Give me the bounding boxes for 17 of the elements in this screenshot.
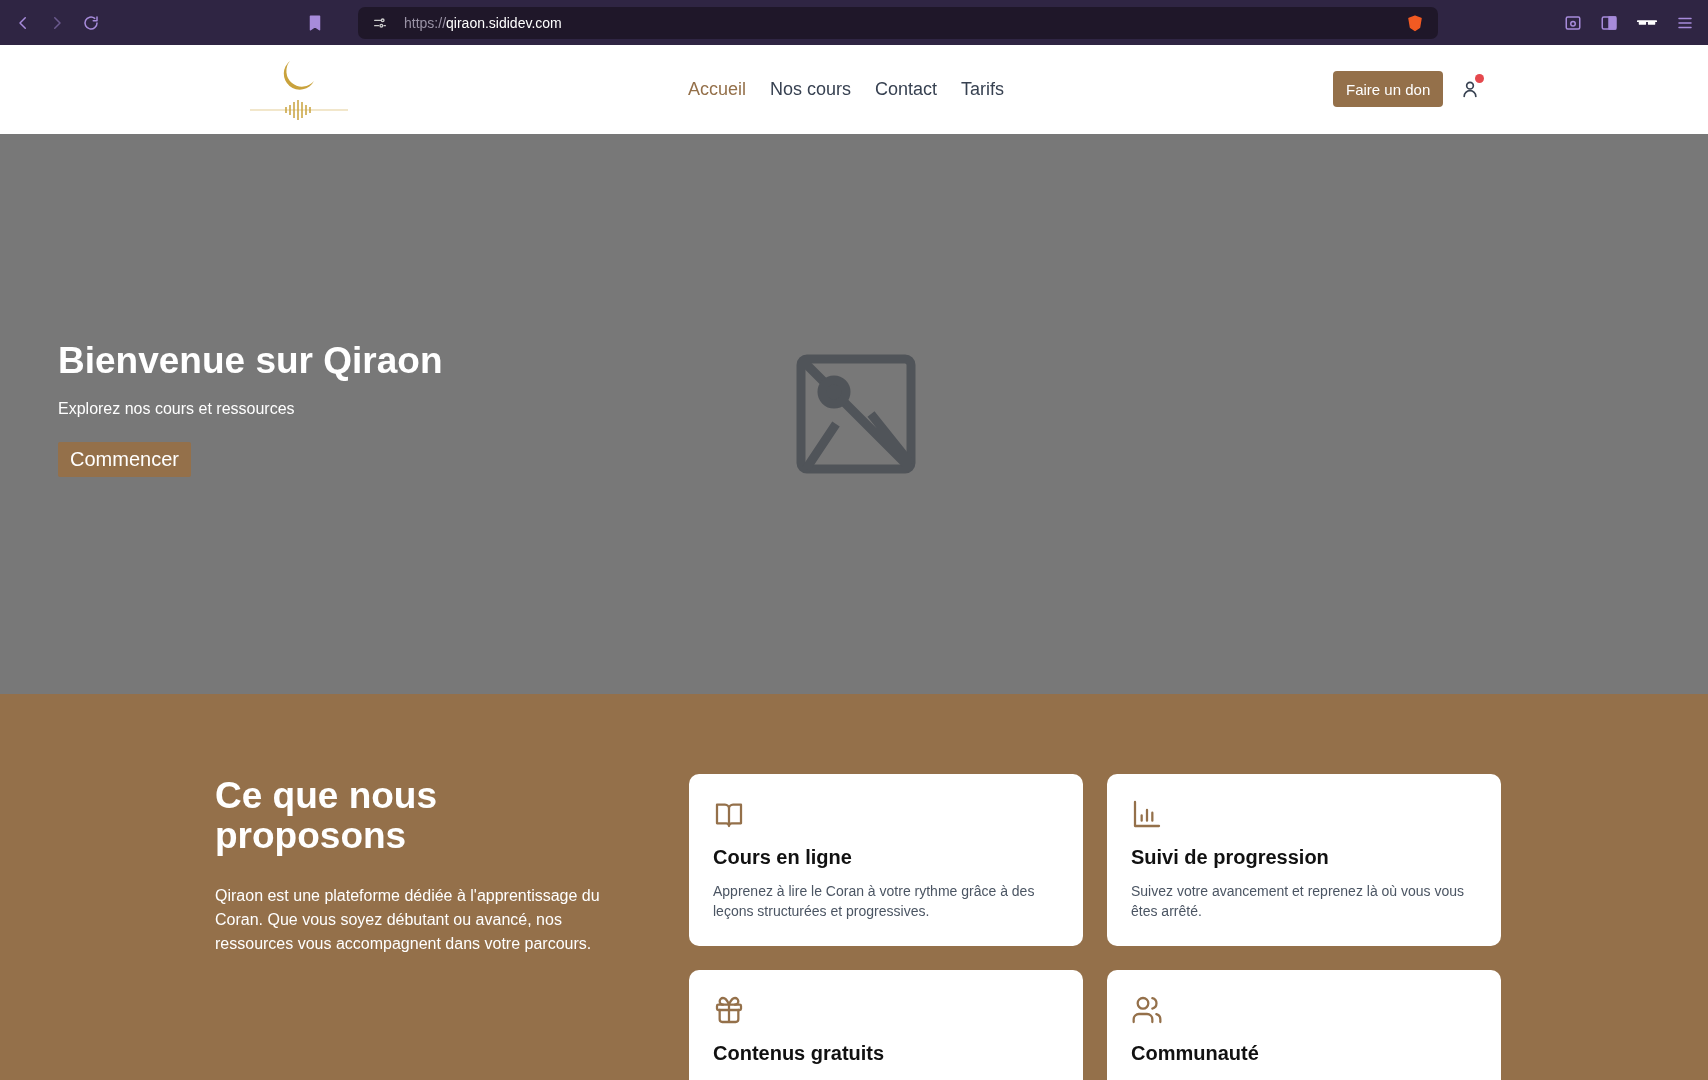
feature-title: Communauté [1131,1042,1260,1065]
nav-link[interactable]: Accueil [688,79,747,100]
hero-subtitle: Explorez nos cours et ressources [58,400,296,418]
section-title: Ce que nous proposons [215,776,439,856]
section-text: Qiraon est une plateforme dédiée à l'apprentissage du Coran. Que vous soyez débutant ou avancé, nos ressources vous accompagnent dans votre parcours. [215,886,601,954]
address-bar[interactable]: https://qiraon.sididev.com [358,6,1438,39]
nav-link[interactable]: Nos cours [770,79,852,100]
feature-title: Suivi de progression [1131,846,1330,869]
feature-description: Suivez votre avancement et reprenez là où vous vous êtes arrêté. [1131,882,1466,921]
feature-description: Apprenez à lire le Coran à votre rythme grâce à des leçons structurées et progressives. [713,882,1036,921]
nav-link[interactable]: Contact [875,79,938,100]
nav-link[interactable]: Tarifs [961,79,1005,100]
start-button[interactable]: Commencer [58,442,191,477]
donate-button[interactable]: Faire un don [1333,71,1444,107]
feature-title: Cours en ligne [713,846,853,869]
hero-title: Bienvenue sur Qiraon [58,340,444,382]
feature-title: Contenus gratuits [713,1042,886,1065]
